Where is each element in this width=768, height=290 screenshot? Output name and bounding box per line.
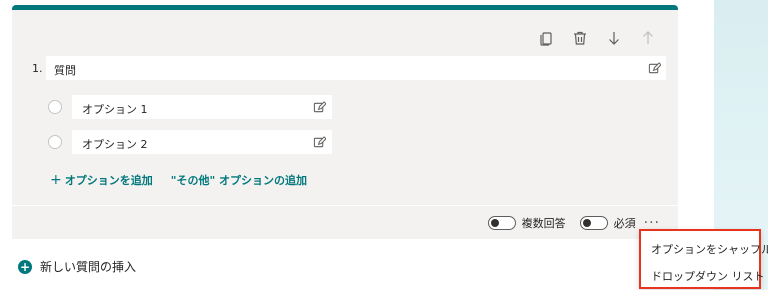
insert-new-question-button[interactable]: + 新しい質問の挿入 [18, 258, 136, 275]
edit-icon[interactable] [312, 100, 326, 114]
plus-circle-icon: + [18, 259, 32, 274]
plus-icon: + [50, 172, 62, 188]
toggle-knob [582, 219, 591, 227]
trash-icon [574, 31, 586, 45]
copy-question-button[interactable] [536, 28, 556, 48]
move-up-button[interactable] [638, 28, 658, 48]
question-toolbar [536, 28, 658, 48]
multiple-answers-label: 複数回答 [521, 217, 566, 230]
multiple-answers-toggle[interactable] [487, 216, 516, 230]
insert-new-question-label: 新しい質問の挿入 [40, 260, 137, 274]
arrow-down-icon [609, 32, 619, 45]
copy-icon [540, 32, 552, 46]
arrow-up-icon [643, 31, 653, 44]
menu-item-shuffle-options[interactable]: オプションをシャッフル [651, 241, 768, 257]
question-number: 1. [32, 62, 43, 75]
add-option-links: + オプションを追加 "その他" オプションの追加 [50, 172, 307, 188]
question-card[interactable]: 1. 質問 オプション 1 オプション 2 + オプションを追加 "その他" オ… [12, 5, 678, 239]
toggle-knob [490, 219, 499, 227]
option-input[interactable]: オプション 2 [72, 130, 332, 154]
divider [12, 205, 678, 206]
required-label: 必須 [613, 217, 636, 230]
more-options-menu: オプションをシャッフル ドロップダウン リスト [639, 229, 768, 289]
add-option-button[interactable]: + オプションを追加 [50, 172, 153, 188]
add-option-label: オプションを追加 [64, 174, 153, 187]
add-other-option-button[interactable]: "その他" オプションの追加 [171, 172, 307, 188]
question-title-input[interactable]: 質問 [46, 56, 666, 80]
move-down-button[interactable] [604, 28, 624, 48]
option-input[interactable]: オプション 1 [72, 95, 332, 119]
edit-icon[interactable] [647, 61, 661, 75]
question-footer: 複数回答 必須 ··· [487, 215, 660, 231]
delete-question-button[interactable] [570, 28, 590, 48]
required-toggle[interactable] [579, 216, 608, 230]
edit-icon[interactable] [312, 135, 326, 149]
option-radio[interactable] [48, 100, 62, 114]
option-radio[interactable] [48, 135, 62, 149]
menu-item-dropdown-list[interactable]: ドロップダウン リスト [651, 268, 765, 284]
